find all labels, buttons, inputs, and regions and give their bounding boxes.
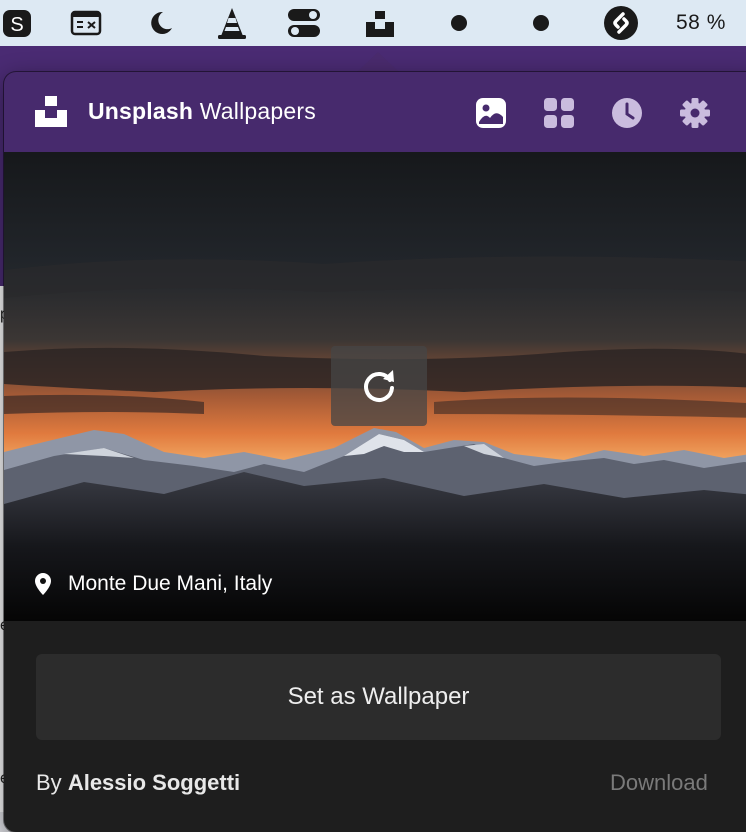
moon-icon[interactable] — [143, 0, 177, 46]
credit-prefix: By — [36, 770, 62, 795]
refresh-icon — [364, 370, 394, 402]
gear-icon[interactable] — [678, 96, 712, 130]
refresh-button[interactable] — [331, 346, 427, 426]
location-pin-icon — [34, 572, 52, 596]
keyboard-shortcut-icon[interactable] — [68, 0, 104, 46]
wallpaper-preview-image[interactable]: Monte Due Mani, Italy — [4, 152, 746, 621]
grid-icon[interactable] — [542, 96, 576, 130]
s-app-icon[interactable]: S — [0, 0, 34, 46]
app-title-rest: Wallpapers — [199, 98, 316, 124]
app-title-bold: Unsplash — [88, 98, 194, 124]
unsplash-popover: Unsplash Wallpapers Monte Due Mani, Ital… — [4, 72, 746, 832]
unsplash-logo-icon — [34, 94, 68, 133]
photo-credit: By Alessio Soggetti — [36, 770, 240, 796]
image-icon[interactable] — [474, 96, 508, 130]
popover-header: Unsplash Wallpapers — [4, 72, 746, 152]
dot-icon[interactable] — [446, 0, 472, 46]
unsplash-icon[interactable] — [362, 0, 398, 46]
shazam-icon[interactable] — [601, 0, 641, 46]
set-as-wallpaper-button[interactable]: Set as Wallpaper — [36, 654, 721, 740]
download-link[interactable]: Download — [610, 770, 708, 796]
history-clock-icon[interactable] — [610, 96, 644, 130]
dot-icon[interactable] — [528, 0, 554, 46]
author-link[interactable]: Alessio Soggetti — [68, 770, 240, 795]
svg-text:S: S — [10, 14, 23, 36]
popover-arrow — [356, 52, 400, 73]
toggle-switches-icon[interactable] — [284, 0, 324, 46]
vlc-cone-icon[interactable] — [213, 0, 251, 46]
menu-bar: S 58 % — [0, 0, 746, 46]
battery-percentage[interactable]: 58 % — [676, 0, 726, 46]
location-text: Monte Due Mani, Italy — [68, 572, 273, 595]
photo-location: Monte Due Mani, Italy — [34, 572, 272, 596]
app-title: Unsplash Wallpapers — [88, 98, 316, 125]
